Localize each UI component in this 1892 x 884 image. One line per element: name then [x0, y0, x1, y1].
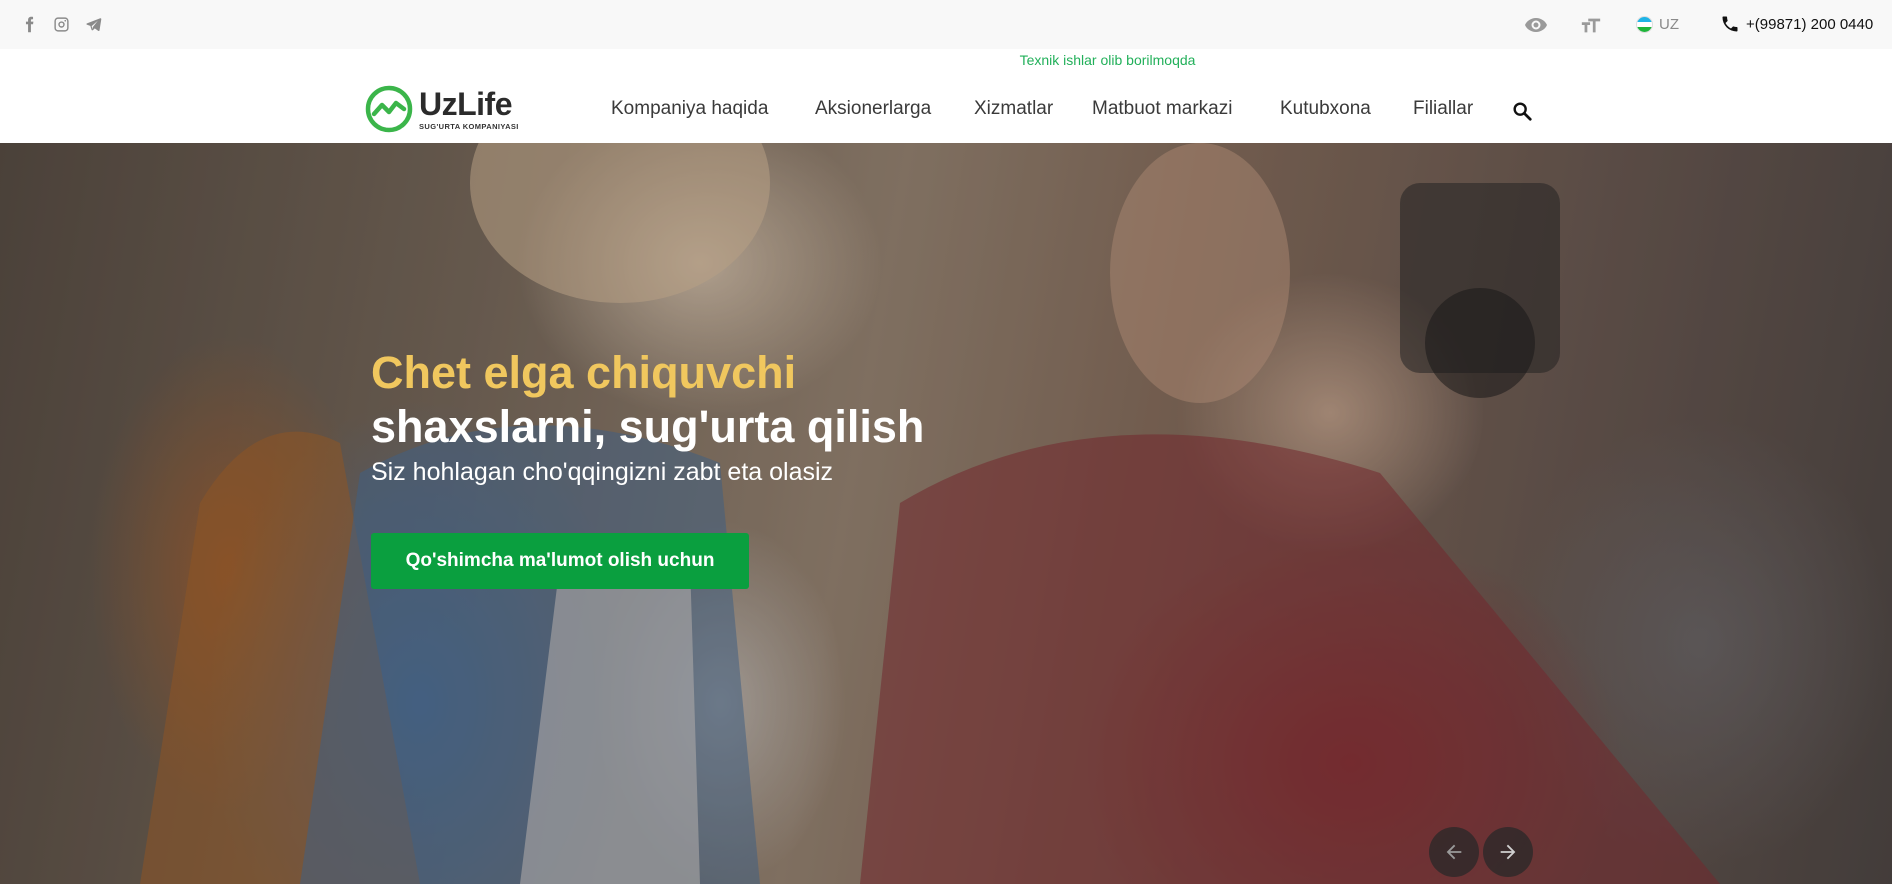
main-nav: Kompaniya haqida Aksionerlarga Xizmatlar…	[0, 95, 1892, 123]
hero-title-line1: Chet elga chiquvchi	[371, 347, 797, 398]
arrow-right-icon	[1500, 844, 1516, 860]
nav-item-services[interactable]: Xizmatlar	[974, 95, 1053, 123]
more-info-button[interactable]: Qo'shimcha ma'lumot olish uchun	[371, 533, 749, 589]
hero-title-line2: shaxslarni, sug'urta qilish	[371, 401, 925, 452]
nav-item-library[interactable]: Kutubxona	[1280, 95, 1371, 123]
top-bar: UZ +(99871) 200 0440	[0, 0, 1892, 49]
slider-prev-button[interactable]	[1429, 827, 1479, 877]
nav-item-company[interactable]: Kompaniya haqida	[611, 95, 768, 123]
language-selector[interactable]: UZ	[1636, 12, 1679, 36]
maintenance-notice: Texnik ishlar olib borilmoqda	[0, 52, 1892, 68]
telegram-icon[interactable]	[83, 14, 103, 34]
phone-link[interactable]: +(99871) 200 0440	[1720, 12, 1873, 36]
slider-next-button[interactable]	[1483, 827, 1533, 877]
uzbekistan-flag-icon	[1636, 15, 1653, 33]
maintenance-notice-text: Texnik ishlar olib borilmoqda	[1019, 52, 1196, 68]
font-size-icon[interactable]	[1578, 13, 1604, 37]
nav-item-press-center[interactable]: Matbuot markazi	[1092, 95, 1232, 123]
hero-banner: Chet elga chiquvchi shaxslarni, sug'urta…	[0, 143, 1892, 884]
nav-item-branches[interactable]: Filiallar	[1413, 95, 1473, 123]
hero-subtitle: Siz hohlagan cho'qqingizni zabt eta olas…	[371, 458, 834, 486]
language-label: UZ	[1659, 15, 1679, 33]
nav-item-shareholders[interactable]: Aksionerlarga	[815, 95, 931, 123]
facebook-icon[interactable]	[19, 14, 39, 34]
instagram-icon[interactable]	[51, 14, 71, 34]
eye-icon[interactable]	[1523, 13, 1549, 37]
hero-photo	[140, 143, 1720, 884]
phone-number: +(99871) 200 0440	[1746, 15, 1874, 33]
arrow-left-icon	[1446, 844, 1462, 860]
phone-icon	[1722, 16, 1738, 32]
search-icon[interactable]	[1511, 100, 1533, 122]
